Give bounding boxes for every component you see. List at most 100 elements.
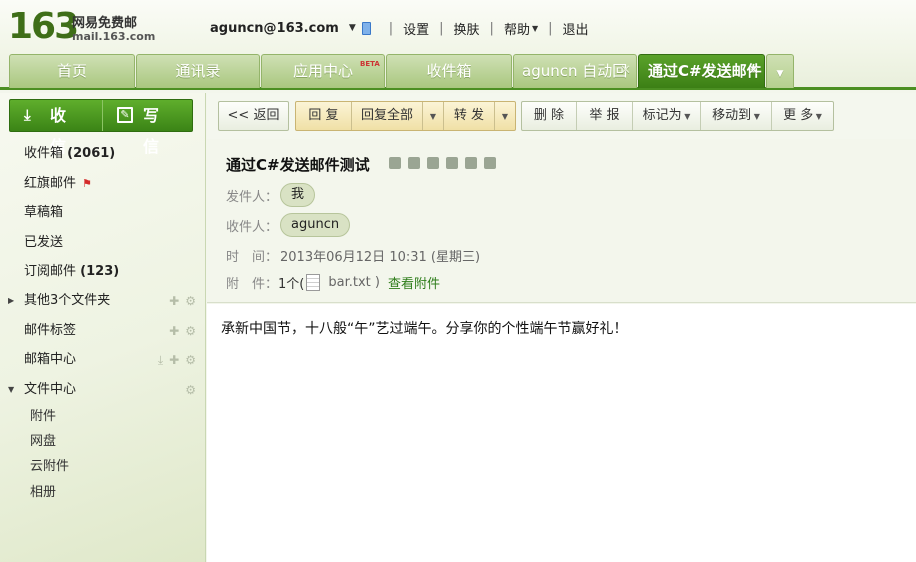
add-icon[interactable]: ✚ xyxy=(169,294,179,308)
mark-as-button[interactable]: 标记为 ▼ xyxy=(633,102,700,130)
sidebar-item-cloud-attachments[interactable]: 云附件 xyxy=(30,455,69,479)
forward-button[interactable]: 转 发 xyxy=(444,102,494,130)
report-button[interactable]: 举 报 xyxy=(577,102,632,130)
add-icon[interactable]: ✚ xyxy=(169,324,179,338)
sidebar-item-subscriptions[interactable]: 订阅邮件 (123) xyxy=(0,260,206,284)
more-label: 更 多 xyxy=(783,108,814,123)
collapse-icon[interactable]: ▼ xyxy=(8,378,14,402)
chevron-down-icon: ▼ xyxy=(429,112,437,121)
nav-separator: | xyxy=(548,20,553,36)
reply-button-group: 回 复 回复全部 ▼ 转 发 ▼ xyxy=(295,101,516,131)
chevron-down-icon: ▼ xyxy=(776,69,784,79)
gear-icon[interactable]: ⚙ xyxy=(185,353,196,367)
sidebar-item-drafts[interactable]: 草稿箱 xyxy=(0,201,206,225)
expand-icon[interactable]: ▶ xyxy=(8,289,14,313)
folder-move-icon[interactable] xyxy=(427,157,439,169)
delete-button[interactable]: 删 除 xyxy=(522,102,576,130)
logout-link[interactable]: 退出 xyxy=(563,19,589,38)
logo-domain: mail.163.com xyxy=(72,30,156,43)
more-button[interactable]: 更 多 ▼ xyxy=(772,102,833,130)
folder-label: 邮件标签 xyxy=(24,323,77,338)
settings-link[interactable]: 设置 xyxy=(403,19,429,38)
attach-label: 附 件： xyxy=(226,277,279,292)
tab-current-mail[interactable]: 通过C#发送邮件 ✕ xyxy=(638,54,765,88)
move-to-button[interactable]: 移动到 ▼ xyxy=(701,102,771,130)
reply-all-button[interactable]: 回复全部 xyxy=(352,102,422,130)
sidebar-item-other-folders[interactable]: ▶ 其他3个文件夹 ✚ ⚙ xyxy=(0,289,206,313)
view-attachments-link[interactable]: 查看附件 xyxy=(388,273,440,292)
time-value: 2013年06月12日 10:31 (星期三) xyxy=(280,250,481,265)
close-icon[interactable]: ✕ xyxy=(748,55,759,87)
tab-home[interactable]: 首页 xyxy=(9,54,135,88)
sidebar-item-attachments[interactable]: 附件 xyxy=(30,405,56,429)
tab-contacts[interactable]: 通讯录 xyxy=(136,54,260,88)
gear-icon[interactable]: ⚙ xyxy=(185,383,196,397)
compose-button[interactable]: ✎ 写 信 xyxy=(102,100,193,156)
folder-label: 订阅邮件 xyxy=(24,264,77,279)
tab-label: aguncn 自动回 xyxy=(522,62,628,80)
mail-body-text: 承新中国节，十八般“午”艺过端午。分享你的个性端午节赢好礼！ xyxy=(221,321,628,337)
download-icon[interactable]: ⤓ xyxy=(158,353,163,367)
nav-separator: | xyxy=(388,20,394,36)
note-icon[interactable] xyxy=(446,157,458,169)
move-to-label: 移动到 xyxy=(712,108,752,123)
tab-auto-reply-mail[interactable]: aguncn 自动回 ✕ xyxy=(513,54,637,88)
flag-icon: ⚑ xyxy=(82,177,92,190)
to-row: 收件人： aguncn xyxy=(226,213,351,237)
help-dropdown-icon[interactable]: ▼ xyxy=(532,24,538,33)
sidebar-item-file-center[interactable]: ▼ 文件中心 ⚙ xyxy=(0,378,206,402)
beta-badge: BETA xyxy=(360,60,380,68)
attachment-row: 附 件： 1个( bar.txt ) 查看附件 xyxy=(226,273,440,292)
unread-count: (2061) xyxy=(67,146,116,161)
from-row: 发件人： 我 xyxy=(226,183,316,207)
subject-actions xyxy=(389,157,503,171)
mobile-icon[interactable] xyxy=(361,21,371,35)
tab-inbox[interactable]: 收件箱 xyxy=(386,54,512,88)
user-nav: aguncn@163.com ▼ | 设置 | 换肤 | 帮助 ▼ | 退出 xyxy=(210,18,589,38)
dropdown-icon[interactable] xyxy=(389,157,401,169)
download-icon: ⤓ xyxy=(24,106,31,124)
tab-label: 应用中心 xyxy=(292,62,353,80)
account-dropdown-icon[interactable]: ▼ xyxy=(349,23,356,33)
folder-label: 邮箱中心 xyxy=(24,352,77,367)
top-header: 163 网易免费邮 mail.163.com aguncn@163.com ▼ … xyxy=(0,0,916,52)
sidebar-item-flagged[interactable]: 红旗邮件 ⚑ xyxy=(0,172,206,196)
gear-icon[interactable]: ⚙ xyxy=(185,324,196,338)
attachment-file[interactable]: bar.txt ) xyxy=(328,275,380,290)
chevron-down-icon: ▼ xyxy=(751,112,760,121)
tab-app-center[interactable]: 应用中心 BETA xyxy=(261,54,385,88)
flag-icon[interactable] xyxy=(408,157,420,169)
sidebar-item-mail-tags[interactable]: 邮件标签 ✚ ⚙ xyxy=(0,319,206,343)
folder-label: 已发送 xyxy=(24,235,64,250)
sidebar-item-albums[interactable]: 相册 xyxy=(30,481,56,505)
folder-label: 红旗邮件 xyxy=(24,176,77,191)
gear-icon[interactable]: ⚙ xyxy=(185,294,196,308)
help-link[interactable]: 帮助 xyxy=(504,19,530,38)
sidebar-item-mailbox-center[interactable]: 邮箱中心 ⤓ ✚ ⚙ xyxy=(0,348,206,372)
forward-dropdown[interactable]: ▼ xyxy=(495,102,515,130)
reply-all-dropdown[interactable]: ▼ xyxy=(423,102,443,130)
sidebar-item-sent[interactable]: 已发送 xyxy=(0,231,206,255)
folder-label: 文件中心 xyxy=(24,382,77,397)
skin-link[interactable]: 换肤 xyxy=(454,19,480,38)
logo-number: 163 xyxy=(8,6,79,47)
print-icon[interactable] xyxy=(465,157,477,169)
close-icon[interactable]: ✕ xyxy=(620,55,631,87)
sidebar-item-netdisk[interactable]: 网盘 xyxy=(30,430,56,454)
back-button[interactable]: << 返回 xyxy=(218,101,289,131)
time-row: 时 间： 2013年06月12日 10:31 (星期三) xyxy=(226,246,480,265)
add-icon[interactable]: ✚ xyxy=(169,353,179,367)
receive-button[interactable]: ⤓ 收 信 xyxy=(10,100,101,156)
sender-chip[interactable]: 我 xyxy=(280,183,316,207)
tab-more-button[interactable]: ▼ xyxy=(766,54,794,88)
reply-button[interactable]: 回 复 xyxy=(296,102,351,130)
recipient-chip[interactable]: aguncn xyxy=(280,213,351,237)
mail-subject: 通过C#发送邮件测试 xyxy=(226,156,370,174)
unread-count: (123) xyxy=(80,264,120,279)
mail-header: 通过C#发送邮件测试 发件人： 我 收件人： aguncn 时 间： 2013年… xyxy=(207,139,916,303)
nav-separator: | xyxy=(439,20,444,36)
new-window-icon[interactable] xyxy=(484,157,496,169)
sidebar-item-inbox[interactable]: 收件箱 (2061) xyxy=(0,142,206,166)
attach-count: 1个( xyxy=(278,277,305,292)
account-name[interactable]: aguncn@163.com xyxy=(210,21,339,36)
